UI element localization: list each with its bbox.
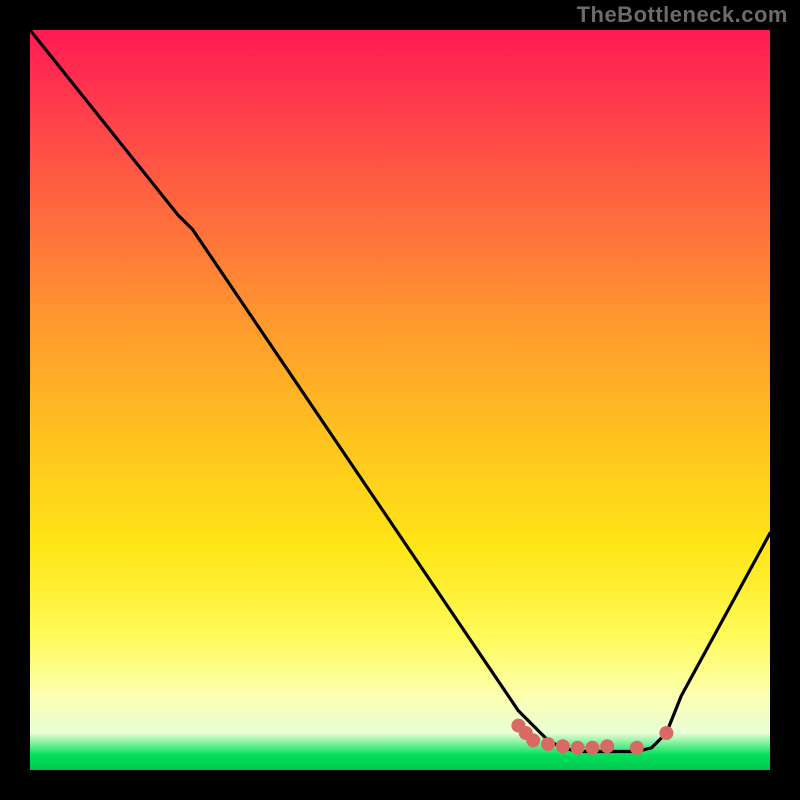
bottleneck-curve — [30, 30, 770, 752]
plot-area — [30, 30, 770, 770]
curve-layer — [30, 30, 770, 770]
highlight-dot — [526, 733, 540, 747]
highlight-dot — [659, 726, 673, 740]
highlight-dot — [600, 739, 614, 753]
highlight-dot — [541, 737, 555, 751]
highlight-dot — [571, 741, 585, 755]
highlight-dot — [585, 741, 599, 755]
chart-frame: TheBottleneck.com — [0, 0, 800, 800]
highlight-dot — [630, 741, 644, 755]
watermark-text: TheBottleneck.com — [577, 2, 788, 28]
highlight-dot — [556, 739, 570, 753]
